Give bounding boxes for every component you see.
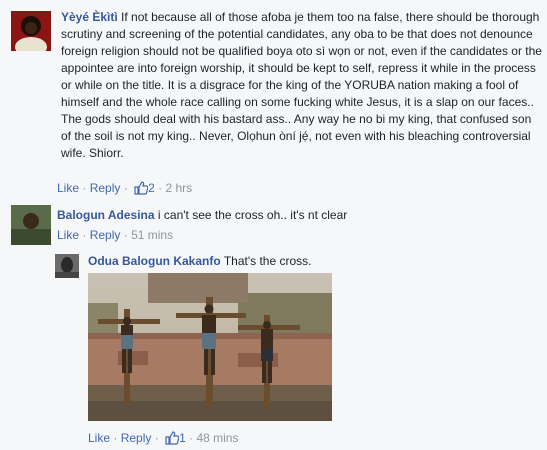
like-count[interactable]: 1: [179, 431, 186, 445]
reply-button[interactable]: Reply: [121, 431, 152, 445]
reply-button[interactable]: Reply: [90, 228, 121, 242]
thumbs-up-icon[interactable]: [165, 431, 180, 448]
like-button[interactable]: Like: [57, 181, 79, 195]
comment-author[interactable]: Balogun Adesina: [57, 208, 155, 222]
profile-photo-icon: [11, 11, 51, 51]
like-count[interactable]: 2: [148, 181, 155, 195]
comment-actions: Like · Reply · 51 mins: [57, 228, 174, 242]
comment-body: Yèyé Èkìtì If not because all of those a…: [61, 9, 543, 162]
like-button[interactable]: Like: [88, 431, 110, 445]
comment-author[interactable]: Odua Balogun Kakanfo: [88, 254, 221, 268]
timestamp[interactable]: 2 hrs: [165, 181, 192, 195]
comment-body: Balogun Adesina i can't see the cross oh…: [57, 207, 537, 224]
avatar[interactable]: [55, 254, 79, 278]
avatar[interactable]: [11, 11, 51, 51]
like-button[interactable]: Like: [57, 228, 79, 242]
comment-text: If not because all of those afoba je the…: [61, 10, 542, 160]
comment-author[interactable]: Yèyé Èkìtì: [61, 10, 118, 24]
comment-photo[interactable]: [88, 273, 332, 421]
avatar[interactable]: [11, 205, 51, 245]
profile-photo-icon: [11, 205, 51, 245]
comment-text: That's the cross.: [223, 254, 312, 268]
thumbs-up-icon[interactable]: [134, 181, 149, 198]
timestamp[interactable]: 51 mins: [131, 228, 173, 242]
reply-button[interactable]: Reply: [90, 181, 121, 195]
crucifixion-photo-icon: [88, 273, 332, 421]
comment-actions: Like · Reply · 2 · 2 hrs: [57, 181, 192, 198]
timestamp[interactable]: 48 mins: [196, 431, 238, 445]
comment-body: Odua Balogun Kakanfo That's the cross.: [88, 253, 538, 270]
comment-text: i can't see the cross oh.. it's nt clear: [157, 208, 348, 222]
comment-actions: Like · Reply · 1 · 48 mins: [88, 431, 238, 448]
profile-photo-icon: [55, 254, 79, 278]
